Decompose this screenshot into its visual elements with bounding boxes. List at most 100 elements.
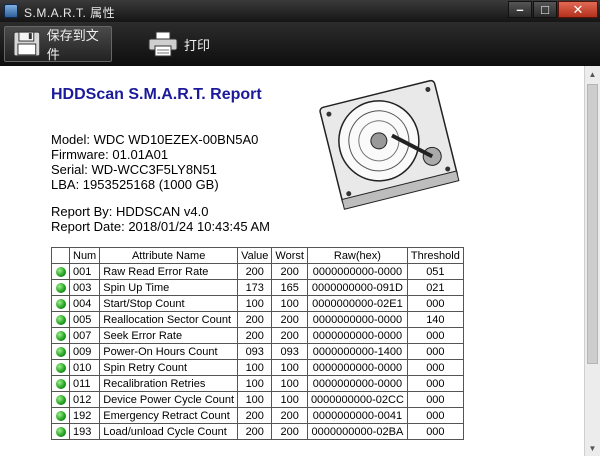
firmware-line: Firmware: 01.01A01	[51, 147, 169, 162]
cell-num: 004	[68, 295, 101, 312]
cell-attribute-name: Load/unload Cycle Count	[99, 423, 239, 440]
scroll-down-button[interactable]: ▼	[585, 440, 600, 456]
model-line: Model: WDC WD10EZEX-00BN5A0	[51, 132, 259, 147]
smart-attributes-table: Num Attribute Name Value Worst Raw(hex) …	[51, 247, 464, 440]
save-to-file-button[interactable]: 保存到文件	[4, 26, 112, 62]
cell-worst: 200	[271, 423, 308, 440]
table-row: 192 Emergency Retract Count 200 200 00000000…	[51, 407, 464, 424]
close-button[interactable]: ✕	[558, 1, 598, 18]
cell-worst: 093	[271, 343, 308, 360]
cell-raw: 0000000000-02BA	[306, 423, 408, 440]
status-cell	[51, 391, 70, 408]
cell-value: 200	[237, 423, 273, 440]
status-cell	[51, 263, 70, 280]
status-ok-icon	[55, 298, 66, 309]
cell-raw: 0000000000-02CC	[306, 391, 408, 408]
chevron-down-icon: ▼	[588, 443, 597, 453]
cell-raw: 0000000000-0000	[306, 327, 408, 344]
status-ok-icon	[55, 394, 66, 405]
cell-threshold: 000	[406, 391, 464, 408]
column-header-attribute-name: Attribute Name	[99, 247, 239, 264]
report-by-line: Report By: HDDSCAN v4.0	[51, 204, 209, 219]
cell-attribute-name: Raw Read Error Rate	[99, 263, 239, 280]
print-button[interactable]: 打印	[140, 26, 230, 62]
minimize-button[interactable]: –	[508, 1, 532, 18]
cell-worst: 100	[271, 375, 308, 392]
status-ok-icon	[55, 410, 66, 421]
table-row: 003 Spin Up Time 173 165 0000000000-091D 021	[51, 279, 464, 296]
report-title: HDDScan S.M.A.R.T. Report	[51, 86, 262, 103]
cell-threshold: 051	[406, 263, 464, 280]
cell-raw: 0000000000-02E1	[306, 295, 408, 312]
status-column-header	[51, 247, 70, 264]
cell-num: 010	[68, 359, 101, 376]
cell-worst: 100	[271, 295, 308, 312]
table-row: 009 Power-On Hours Count 093 093 0000000000-…	[51, 343, 464, 360]
cell-threshold: 000	[406, 407, 464, 424]
status-cell	[51, 375, 70, 392]
status-cell	[51, 295, 70, 312]
status-ok-icon	[55, 362, 66, 373]
vertical-scrollbar[interactable]: ▲ ▼	[584, 66, 600, 456]
cell-value: 100	[237, 391, 273, 408]
table-row: 012 Device Power Cycle Count 100 100 0000000…	[51, 391, 464, 408]
lba-line: LBA: 1953525168 (1000 GB)	[51, 177, 219, 192]
drive-info: Model: WDC WD10EZEX-00BN5A0 Firmware: 01…	[51, 132, 258, 192]
cell-raw: 0000000000-0000	[306, 311, 408, 328]
cell-raw: 0000000000-0000	[306, 359, 408, 376]
cell-attribute-name: Emergency Retract Count	[99, 407, 239, 424]
table-row: 007 Seek Error Rate 200 200 0000000000-0000 0…	[51, 327, 464, 344]
status-ok-icon	[55, 330, 66, 341]
cell-worst: 200	[271, 407, 308, 424]
printer-icon	[148, 31, 178, 57]
status-ok-icon	[55, 346, 66, 357]
table-row: 193 Load/unload Cycle Count 200 200 00000000…	[51, 423, 464, 440]
serial-line: Serial: WD-WCC3F5LY8N51	[51, 162, 217, 177]
status-ok-icon	[55, 266, 66, 277]
column-header-value: Value	[237, 247, 273, 264]
table-row: 001 Raw Read Error Rate 200 200 0000000000-0…	[51, 263, 464, 280]
cell-threshold: 000	[406, 375, 464, 392]
maximize-icon: □	[541, 2, 549, 17]
cell-num: 193	[68, 423, 101, 440]
cell-num: 011	[68, 375, 101, 392]
toolbar: 保存到文件 打印	[0, 22, 600, 66]
cell-value: 200	[237, 311, 273, 328]
cell-value: 100	[237, 375, 273, 392]
floppy-disk-icon	[13, 31, 41, 57]
cell-raw: 0000000000-1400	[306, 343, 408, 360]
cell-value: 173	[237, 279, 273, 296]
table-header-row: Num Attribute Name Value Worst Raw(hex) …	[51, 247, 464, 264]
title-bar: S.M.A.R.T. 属性 – □ ✕	[0, 0, 600, 22]
chevron-up-icon: ▲	[588, 69, 597, 79]
cell-attribute-name: Spin Up Time	[99, 279, 239, 296]
cell-num: 005	[68, 311, 101, 328]
maximize-button[interactable]: □	[533, 1, 557, 18]
table-row: 010 Spin Retry Count 100 100 0000000000-0000…	[51, 359, 464, 376]
cell-worst: 200	[271, 327, 308, 344]
cell-attribute-name: Spin Retry Count	[99, 359, 239, 376]
cell-worst: 100	[271, 391, 308, 408]
scroll-up-button[interactable]: ▲	[585, 66, 600, 82]
status-cell	[51, 311, 70, 328]
cell-attribute-name: Power-On Hours Count	[99, 343, 239, 360]
cell-worst: 200	[271, 263, 308, 280]
status-ok-icon	[55, 378, 66, 389]
cell-attribute-name: Reallocation Sector Count	[99, 311, 239, 328]
cell-num: 001	[68, 263, 101, 280]
status-cell	[51, 423, 70, 440]
report-view: HDDScan S.M.A.R.T. Report Model: WDC WD1…	[0, 66, 584, 456]
report-date-line: Report Date: 2018/01/24 10:43:45 AM	[51, 219, 270, 234]
cell-value: 200	[237, 407, 273, 424]
table-row: 004 Start/Stop Count 100 100 0000000000-02E1…	[51, 295, 464, 312]
scrollbar-thumb[interactable]	[587, 84, 598, 364]
save-to-file-label: 保存到文件	[46, 28, 99, 62]
cell-value: 200	[237, 327, 273, 344]
status-cell	[51, 407, 70, 424]
status-ok-icon	[55, 314, 66, 325]
cell-attribute-name: Recalibration Retries	[99, 375, 239, 392]
status-ok-icon	[55, 282, 66, 293]
window-title: S.M.A.R.T. 属性	[24, 6, 116, 20]
cell-threshold: 000	[406, 359, 464, 376]
cell-threshold: 000	[406, 423, 464, 440]
